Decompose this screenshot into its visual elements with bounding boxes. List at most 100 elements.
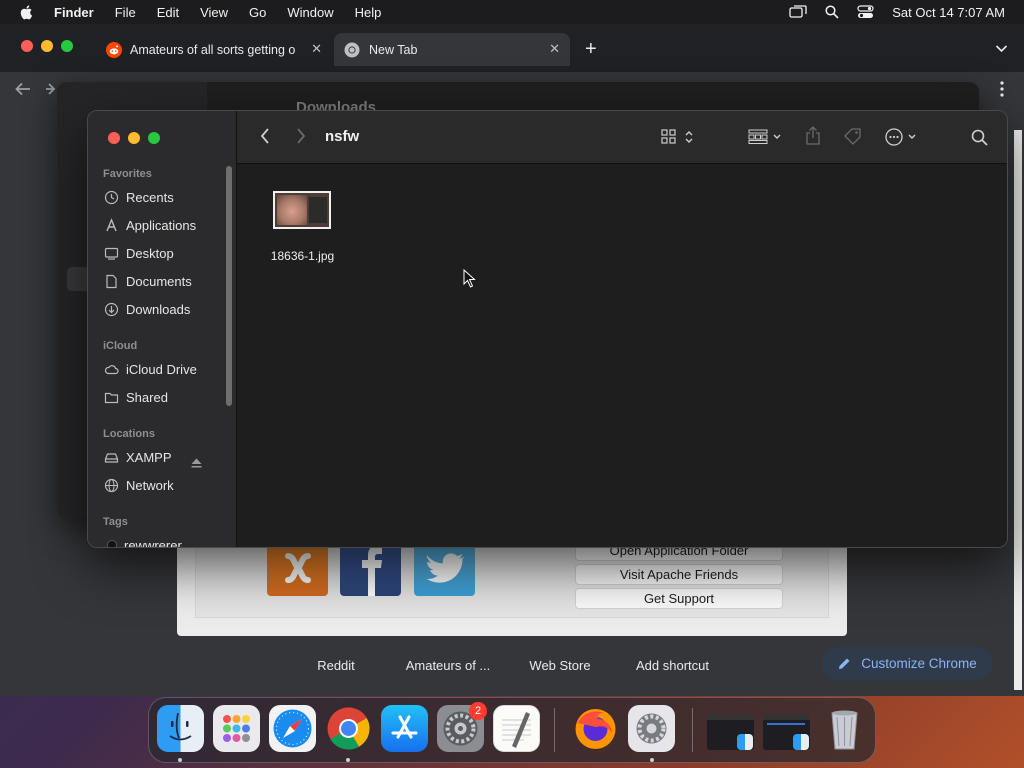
dock-firefox-icon[interactable]: [572, 705, 619, 752]
minimize-window-button[interactable]: [41, 40, 53, 52]
sidebar-item-downloads[interactable]: Downloads: [104, 298, 190, 320]
twitter-logo-icon[interactable]: [414, 540, 475, 596]
close-tab-icon[interactable]: ✕: [549, 41, 560, 57]
finder-sidebar: Favorites Recents Applications Desktop D…: [88, 111, 237, 547]
close-window-button[interactable]: [108, 132, 120, 144]
sidebar-item-label: Recents: [126, 189, 174, 205]
dock-running-indicator: [178, 758, 182, 762]
screen-mirroring-icon[interactable]: [789, 5, 807, 19]
chrome-tab-strip: Amateurs of all sorts getting o ✕ New Ta…: [0, 24, 1024, 72]
sidebar-item-label: Desktop: [126, 245, 174, 261]
menu-help[interactable]: Help: [355, 5, 382, 20]
zoom-window-button[interactable]: [61, 40, 73, 52]
more-actions-icon[interactable]: [885, 128, 921, 146]
back-arrow-icon[interactable]: [14, 81, 32, 97]
globe-icon: [104, 478, 119, 492]
sidebar-header-favorites: Favorites: [103, 168, 152, 180]
customize-chrome-button[interactable]: Customize Chrome: [822, 647, 993, 680]
file-thumbnail[interactable]: [273, 191, 331, 229]
sidebar-item-desktop[interactable]: Desktop: [104, 242, 174, 264]
sidebar-item-shared[interactable]: Shared: [104, 386, 168, 408]
customize-chrome-label: Customize Chrome: [861, 656, 977, 671]
thumbnail-image: [277, 195, 307, 225]
chrome-menu-icon[interactable]: [1000, 81, 1004, 97]
menu-edit[interactable]: Edit: [157, 5, 179, 20]
apple-logo-icon[interactable]: [19, 4, 35, 20]
close-window-button[interactable]: [21, 40, 33, 52]
dock-system-preferences-icon[interactable]: [628, 705, 675, 752]
tab-search-chevron-icon[interactable]: [995, 44, 1008, 53]
shortcut-reddit[interactable]: Reddit: [296, 658, 376, 673]
tab-new-tab[interactable]: New Tab ✕: [334, 33, 570, 66]
finder-window: Favorites Recents Applications Desktop D…: [87, 110, 1008, 548]
finder-window-controls: [108, 132, 160, 144]
menu-file[interactable]: File: [115, 5, 136, 20]
shortcut-add-shortcut[interactable]: Add shortcut: [624, 658, 721, 673]
new-tab-button[interactable]: +: [585, 39, 597, 59]
shared-folder-icon: [104, 392, 119, 403]
dock-minimized-window-1[interactable]: [707, 714, 754, 750]
dock-safari-icon[interactable]: [269, 705, 316, 752]
minimize-window-button[interactable]: [128, 132, 140, 144]
zoom-window-button[interactable]: [148, 132, 160, 144]
eject-icon[interactable]: [191, 458, 202, 468]
get-support-button[interactable]: Get Support: [575, 588, 783, 609]
page-scrollbar[interactable]: [1014, 130, 1022, 690]
clock-icon: [104, 190, 119, 204]
sidebar-item-label: iCloud Drive: [126, 361, 197, 377]
share-icon[interactable]: [805, 126, 821, 146]
sidebar-header-icloud: iCloud: [103, 340, 138, 352]
sidebar-item-recents[interactable]: Recents: [104, 186, 174, 208]
visit-apache-friends-button[interactable]: Visit Apache Friends: [575, 564, 783, 585]
sidebar-item-xampp[interactable]: XAMPP: [104, 446, 172, 468]
xampp-logo-icon[interactable]: [267, 540, 328, 596]
tab-reddit[interactable]: Amateurs of all sorts getting o ✕: [96, 33, 332, 66]
thumbnail-image-detail: [309, 197, 327, 223]
tag-icon[interactable]: [843, 127, 863, 147]
dock-minimized-window-2[interactable]: [763, 714, 810, 750]
dock-separator: [692, 708, 693, 752]
finder-badge-icon: [737, 734, 753, 750]
finder-file-area[interactable]: 18636-1.jpg: [237, 164, 1007, 547]
shortcut-amateurs[interactable]: Amateurs of ...: [398, 658, 498, 673]
tag-dot-icon: [107, 540, 117, 547]
close-tab-icon[interactable]: ✕: [311, 41, 322, 57]
dock-textedit-icon[interactable]: [493, 705, 540, 752]
dock-app-store-icon[interactable]: [381, 705, 428, 752]
dock-chrome-icon[interactable]: [325, 705, 372, 752]
dock-trash-icon[interactable]: [821, 705, 868, 752]
menu-go[interactable]: Go: [249, 5, 266, 20]
dock-running-indicator: [650, 758, 654, 762]
search-icon[interactable]: [971, 129, 988, 146]
sidebar-item-documents[interactable]: Documents: [104, 270, 192, 292]
dock-launchpad-icon[interactable]: [213, 705, 260, 752]
menu-app-finder[interactable]: Finder: [54, 5, 94, 20]
menu-window[interactable]: Window: [287, 5, 333, 20]
menubar-clock[interactable]: Sat Oct 14 7:07 AM: [892, 5, 1005, 20]
download-icon: [104, 302, 119, 316]
sidebar-item-network[interactable]: Network: [104, 474, 174, 496]
back-chevron-icon[interactable]: [260, 127, 270, 145]
sidebar-item-applications[interactable]: Applications: [104, 214, 196, 236]
spotlight-search-icon[interactable]: [825, 5, 839, 19]
sidebar-scrollbar[interactable]: [226, 166, 232, 406]
dock-finder-icon[interactable]: [157, 705, 204, 752]
finder-toolbar: nsfw: [237, 111, 1007, 164]
chrome-window-controls: [21, 40, 73, 52]
dock-separator: [554, 708, 555, 752]
group-by-icon[interactable]: [748, 129, 784, 145]
shortcut-web-store[interactable]: Web Store: [520, 658, 600, 673]
control-center-icon[interactable]: [857, 5, 874, 19]
file-name[interactable]: 18636-1.jpg: [255, 249, 350, 263]
facebook-logo-icon[interactable]: [340, 540, 401, 596]
sidebar-header-locations: Locations: [103, 428, 155, 440]
sidebar-item-icloud-drive[interactable]: iCloud Drive: [104, 358, 197, 380]
forward-chevron-icon[interactable]: [296, 127, 306, 145]
notification-badge: 2: [469, 702, 487, 720]
dock: 2: [148, 697, 876, 763]
icon-view-icon[interactable]: [661, 129, 697, 145]
forward-arrow-icon[interactable]: [46, 81, 56, 97]
sidebar-item-tag[interactable]: rewwrerer: [104, 534, 182, 547]
dock-running-indicator: [346, 758, 350, 762]
menu-view[interactable]: View: [200, 5, 228, 20]
